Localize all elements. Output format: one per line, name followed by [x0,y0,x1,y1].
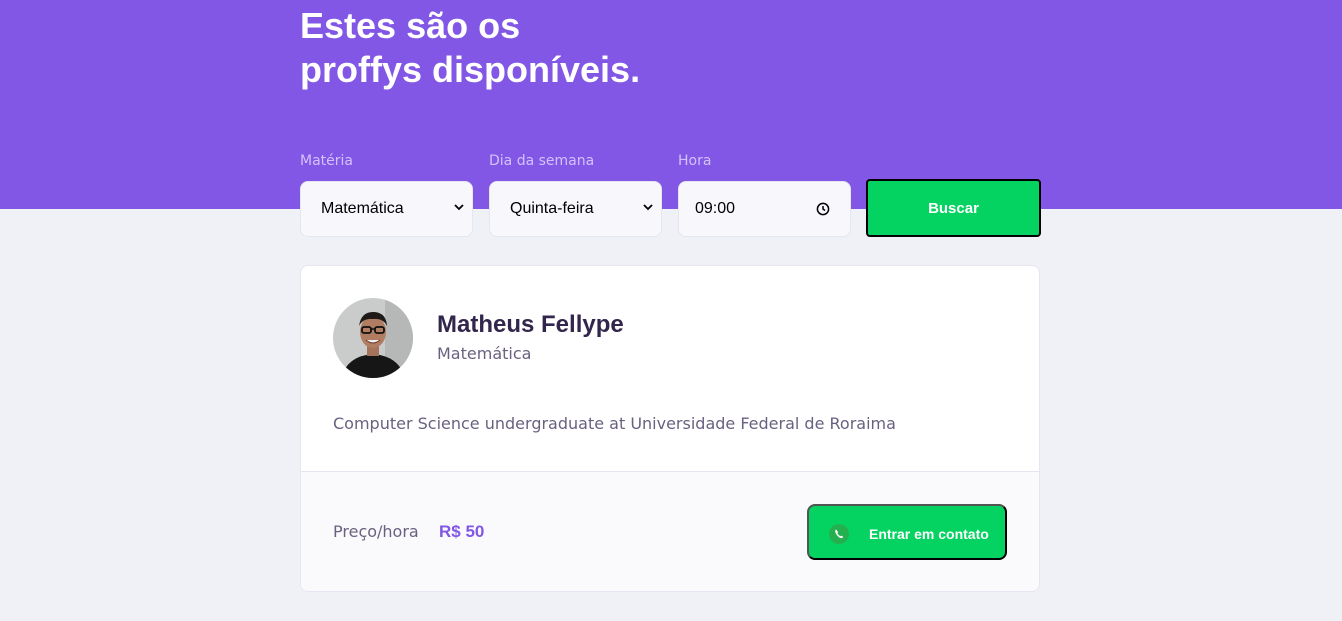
clock-icon[interactable] [816,202,830,216]
teacher-subject: Matemática [437,344,532,363]
weekday-select-value: Quinta-feira [510,200,594,217]
teacher-name: Matheus Fellype [437,311,624,338]
subject-label: Matéria [300,153,353,169]
avatar [333,298,413,378]
time-input[interactable]: 09:00 [678,181,851,237]
price-value: R$ 50 [439,522,485,541]
whatsapp-icon [829,524,849,544]
contact-button[interactable]: Entrar em contato [807,504,1007,560]
subject-select-value: Matemática [321,200,404,217]
weekday-select[interactable]: Quinta-feira [489,181,662,237]
chevron-down-icon [454,204,464,211]
price-label: Preço/hora [333,522,419,541]
page-title-line-1: Estes são os [300,5,521,46]
time-label: Hora [678,153,712,169]
page-title: Estes são os proffys disponíveis. [300,4,720,92]
weekday-label: Dia da semana [489,153,595,169]
teacher-card: Matheus Fellype Matemática Computer Scie… [300,265,1040,592]
teacher-bio: Computer Science undergraduate at Univer… [333,414,896,433]
chevron-down-icon [643,204,653,211]
search-button[interactable]: Buscar [866,179,1041,237]
time-input-value: 09:00 [695,200,736,217]
subject-select[interactable]: Matemática [300,181,473,237]
card-footer: Preço/hora R$ 50 Entrar em contato [301,471,1039,591]
contact-button-label: Entrar em contato [869,526,989,542]
page-title-line-2: proffys disponíveis. [300,49,641,90]
